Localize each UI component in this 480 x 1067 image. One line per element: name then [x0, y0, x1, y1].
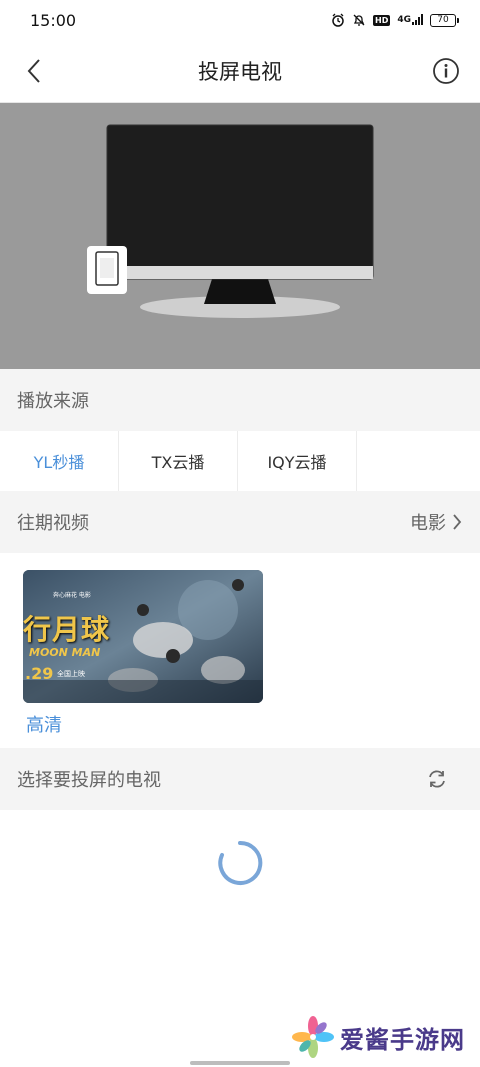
history-more-label: 电影: [410, 513, 446, 534]
poster-top-text: 奔心麻花 电影: [53, 592, 91, 599]
chevron-right-icon: [453, 514, 462, 530]
tv-select-header: 选择要投屏的电视: [0, 748, 480, 810]
info-button[interactable]: [432, 57, 460, 85]
loading-spinner-icon: [218, 840, 263, 885]
pinwheel-logo-icon: [292, 1016, 334, 1058]
video-thumbnail: 奔心麻花 电影 行月球 MOON MAN .29 全国上映: [23, 570, 263, 703]
video-card[interactable]: 奔心麻花 电影 行月球 MOON MAN .29 全国上映 高清: [23, 570, 263, 737]
source-tabs: YL秒播 TX云播 IQY云播: [0, 431, 480, 491]
poster-release: 全国上映: [57, 670, 85, 678]
signal-icon: 4G: [397, 14, 423, 26]
mute-bell-icon: [352, 13, 366, 27]
poster-subtitle: MOON MAN: [29, 646, 101, 659]
battery-icon: 70: [430, 13, 459, 27]
source-tab-yl[interactable]: YL秒播: [0, 431, 119, 491]
tv-screen: [106, 124, 374, 280]
tv-illustration-area: [0, 103, 480, 369]
history-section-header: 往期视频 电影: [0, 491, 480, 553]
status-icons: HD 4G 70: [331, 13, 459, 27]
source-tab-iqy[interactable]: IQY云播: [238, 431, 357, 491]
tv-select-title: 选择要投屏的电视: [17, 770, 161, 791]
history-section-title: 往期视频: [17, 513, 89, 534]
tv-stand: [204, 279, 276, 304]
back-arrow-icon: [27, 59, 40, 83]
back-button[interactable]: [20, 57, 48, 85]
poster-title: 行月球: [23, 613, 111, 646]
info-icon: [433, 58, 459, 84]
page-title: 投屏电视: [198, 60, 282, 84]
home-indicator[interactable]: [190, 1061, 290, 1065]
alarm-icon: [331, 13, 345, 27]
refresh-button[interactable]: [426, 768, 462, 790]
phone-screen: [100, 258, 114, 278]
video-list: 奔心麻花 电影 行月球 MOON MAN .29 全国上映 高清: [0, 553, 480, 748]
source-section-header: 播放来源: [0, 369, 480, 431]
poster-date: .29: [25, 664, 54, 683]
watermark: 爱酱手游网: [292, 1016, 465, 1058]
signal-label: 4G: [397, 15, 411, 25]
status-time: 15:00: [30, 10, 77, 30]
tv-bezel: [107, 266, 373, 279]
status-bar: 15:00 HD 4G 70: [0, 0, 480, 40]
nav-bar: 投屏电视: [0, 40, 480, 103]
hd-icon: HD: [373, 14, 391, 26]
video-quality-label: 高清: [26, 715, 62, 736]
tv-illustration: [87, 124, 374, 318]
history-more-button[interactable]: 电影: [410, 509, 462, 535]
battery-level: 70: [437, 15, 449, 25]
source-section-title: 播放来源: [17, 391, 89, 412]
refresh-icon: [429, 770, 445, 788]
source-tab-tx[interactable]: TX云播: [119, 431, 238, 491]
watermark-text: 爱酱手游网: [340, 1025, 465, 1054]
